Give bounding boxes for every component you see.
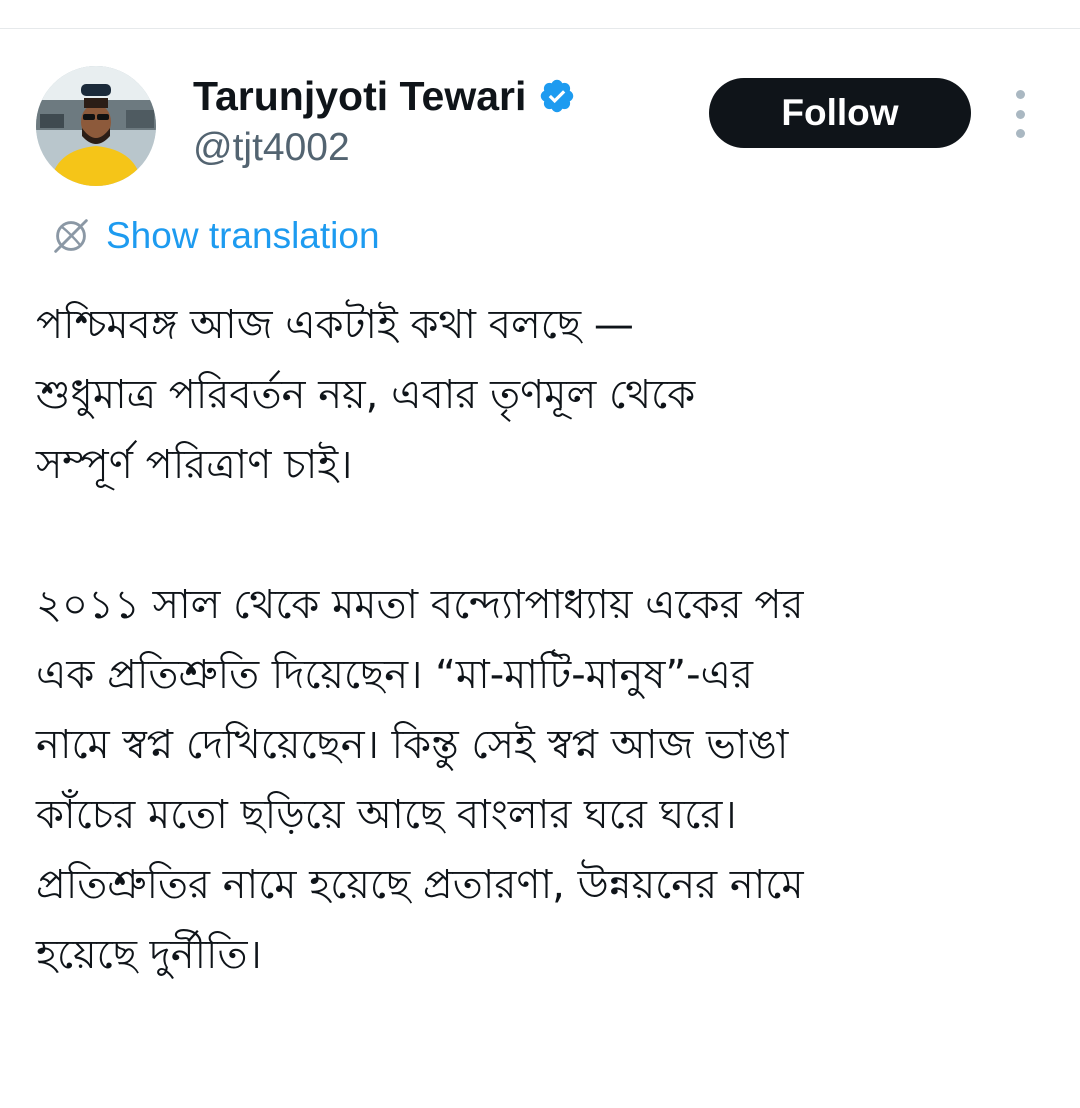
follow-button[interactable]: Follow [709, 78, 971, 148]
show-translation-link[interactable]: Show translation [48, 212, 380, 260]
more-dot [1015, 90, 1025, 99]
tweet-line: প্রতিশ্রুতির নামে হয়েছে প্রতারণা, উন্নয… [36, 862, 804, 908]
tweet-line: সম্পূর্ণ পরিত্রাণ চাই। [36, 442, 353, 488]
tweet-text: পশ্চিমবঙ্গ আজ একটাই কথা বলছে — শুধুমাত্র… [36, 290, 1066, 990]
tweet-paragraph: ২০১১ সাল থেকে মমতা বন্দ্যোপাধ্যায় একের … [36, 570, 1066, 990]
tweet-line: ২০১১ সাল থেকে মমতা বন্দ্যোপাধ্যায় একের … [36, 582, 804, 628]
globe-icon [54, 219, 88, 253]
verified-badge-icon [541, 79, 574, 113]
more-dot [1015, 129, 1025, 138]
tweet-line: পশ্চিমবঙ্গ আজ একটাই কথা বলছে — [36, 302, 634, 348]
show-translation-label[interactable]: Show translation [106, 215, 380, 257]
tweet-line: শুধুমাত্র পরিবর্তন নয়, এবার তৃণমূল থেকে [36, 372, 696, 418]
tweet-line: হয়েছে দুর্নীতি। [36, 932, 262, 978]
author-avatar[interactable] [36, 66, 156, 186]
tweet-line: কাঁচের মতো ছড়িয়ে আছে বাংলার ঘরে ঘরে। [36, 792, 737, 838]
avatar-photo [36, 66, 156, 186]
tweet-line: এক প্রতিশ্রুতি দিয়েছেন। “মা-মাটি-মানুষ”… [36, 652, 753, 698]
tweet-paragraph: পশ্চিমবঙ্গ আজ একটাই কথা বলছে — শুধুমাত্র… [36, 290, 1066, 500]
top-divider [0, 28, 1080, 29]
author-name-row[interactable]: Tarunjyoti Tewari [193, 70, 576, 122]
author-handle[interactable]: @tjt4002 [193, 126, 350, 170]
more-dot [1015, 109, 1025, 119]
tweet-line: নামে স্বপ্ন দেখিয়েছেন। কিন্তু সেই স্বপ্… [36, 722, 789, 768]
author-display-name[interactable]: Tarunjyoti Tewari [193, 73, 526, 120]
more-vertical-icon[interactable] [1004, 90, 1036, 138]
